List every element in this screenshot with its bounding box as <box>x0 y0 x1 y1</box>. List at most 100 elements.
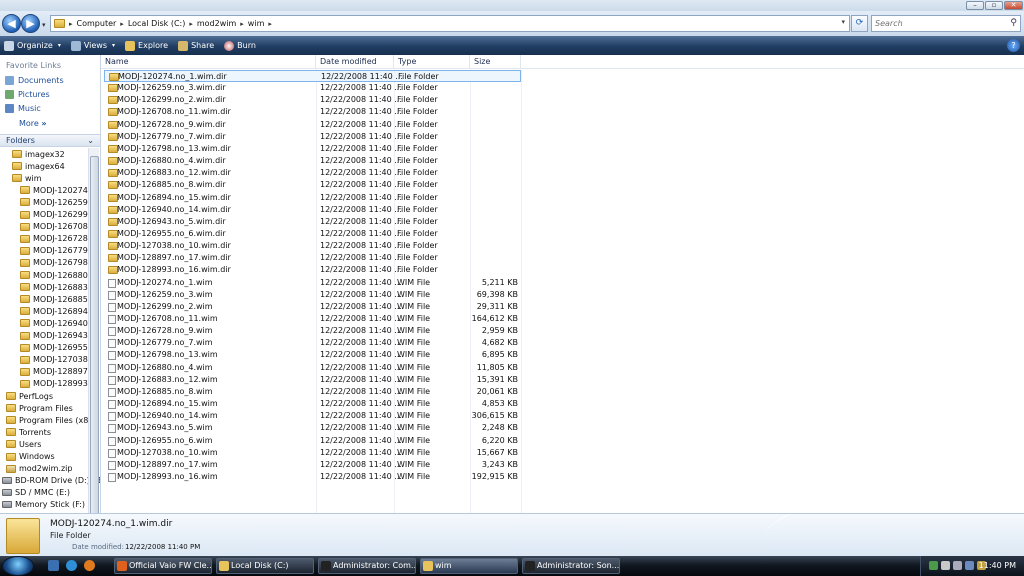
tree-item[interactable]: SD / MMC (E:) <box>2 487 70 499</box>
folders-header[interactable]: Folders ⌄ <box>0 134 100 147</box>
tree-item[interactable]: Torrents <box>6 426 51 438</box>
tree-item[interactable]: Program Files (x86) <box>6 414 97 426</box>
tree-item[interactable]: Users <box>6 438 41 450</box>
help-icon[interactable]: ? <box>1007 39 1020 52</box>
firefox-icon[interactable] <box>84 560 95 571</box>
tree-item[interactable]: MODJ-126798.n <box>20 257 95 269</box>
column-header-date[interactable]: Date modified <box>316 55 394 69</box>
column-header-size[interactable]: Size <box>470 55 521 69</box>
taskbar-button[interactable]: Local Disk (C:) <box>216 558 314 574</box>
tree-item[interactable]: MODJ-128993.n <box>20 378 95 390</box>
tree-item[interactable]: BD-ROM Drive (D:) RE <box>2 475 100 487</box>
maximize-button[interactable]: ▫ <box>985 1 1003 10</box>
breadcrumb-mod2wim[interactable]: mod2wim <box>197 19 236 28</box>
file-row[interactable]: MODJ-126955.no_6.wim.dir 12/22/2008 11:40… <box>104 228 521 240</box>
tray-icon[interactable] <box>965 561 974 570</box>
search-icon[interactable]: ⚲ <box>1010 18 1017 28</box>
close-button[interactable]: ✕ <box>1004 1 1023 10</box>
file-row[interactable]: MODJ-126940.no_14.wim.dir 12/22/2008 11:4… <box>104 204 521 216</box>
file-row[interactable]: MODJ-126728.no_9.wim 12/22/2008 11:40 ...… <box>104 325 521 337</box>
file-row[interactable]: MODJ-126943.no_5.wim.dir 12/22/2008 11:40… <box>104 216 521 228</box>
file-row[interactable]: MODJ-126894.no_15.wim.dir 12/22/2008 11:4… <box>104 192 521 204</box>
tree-item[interactable]: MODJ-126883.n <box>20 281 95 293</box>
file-row[interactable]: MODJ-126798.no_13.wim 12/22/2008 11:40 ..… <box>104 349 521 361</box>
taskbar-button[interactable]: Administrator: Com... <box>318 558 416 574</box>
tree-item[interactable]: MODJ-126885.n <box>20 293 95 305</box>
tree-item[interactable]: mod2wim.zip <box>6 463 72 475</box>
address-bar[interactable]: ▸ Computer ▸ Local Disk (C:) ▸ mod2wim ▸… <box>50 15 850 32</box>
file-row[interactable]: MODJ-126299.no_2.wim.dir 12/22/2008 11:40… <box>104 94 521 106</box>
tree-item[interactable]: PerfLogs <box>6 390 53 402</box>
views-button[interactable]: Views ▾ <box>70 40 115 51</box>
address-dropdown-icon[interactable]: ▾ <box>841 18 845 26</box>
file-row[interactable]: MODJ-126955.no_6.wim 12/22/2008 11:40 ...… <box>104 435 521 447</box>
tree-item[interactable]: MODJ-126894.n <box>20 305 95 317</box>
start-button[interactable] <box>2 556 34 576</box>
tree-item[interactable]: MODJ-126259.n <box>20 196 95 208</box>
file-row[interactable]: MODJ-126708.no_11.wim.dir 12/22/2008 11:4… <box>104 106 521 118</box>
tree-item[interactable]: Program Files <box>6 402 73 414</box>
tree-item[interactable]: MODJ-126943.n <box>20 330 95 342</box>
file-row[interactable]: MODJ-126883.no_12.wim 12/22/2008 11:40 ..… <box>104 374 521 386</box>
file-row[interactable]: MODJ-128897.no_17.wim 12/22/2008 11:40 ..… <box>104 459 521 471</box>
column-header-type[interactable]: Type <box>394 55 470 69</box>
tree-item[interactable]: MODJ-126880.n <box>20 269 95 281</box>
file-row[interactable]: MODJ-126708.no_11.wim 12/22/2008 11:40 ..… <box>104 313 521 325</box>
column-header-name[interactable]: Name <box>101 55 316 69</box>
clock[interactable]: 11:40 PM <box>979 561 1016 570</box>
tree-item[interactable]: imagex64 <box>12 160 65 172</box>
share-button[interactable]: Share <box>178 40 214 51</box>
forward-button[interactable]: ▶ <box>21 14 40 33</box>
file-row[interactable]: MODJ-128993.no_16.wim.dir 12/22/2008 11:4… <box>104 264 521 276</box>
file-row[interactable]: MODJ-126779.no_7.wim 12/22/2008 11:40 ...… <box>104 337 521 349</box>
file-row[interactable]: MODJ-126894.no_15.wim 12/22/2008 11:40 ..… <box>104 398 521 410</box>
tree-item[interactable]: MODJ-126708.n <box>20 221 95 233</box>
chevron-right-icon[interactable]: ▸ <box>240 20 244 28</box>
tree-item[interactable]: MODJ-126779.n <box>20 245 95 257</box>
navigation-scrollbar[interactable] <box>88 148 99 513</box>
breadcrumb-computer[interactable]: Computer <box>77 19 117 28</box>
chevron-right-icon[interactable]: ▸ <box>120 20 124 28</box>
network-icon[interactable] <box>941 561 950 570</box>
file-row[interactable]: MODJ-128897.no_17.wim.dir 12/22/2008 11:4… <box>104 252 521 264</box>
file-row[interactable]: MODJ-120274.no_1.wim 12/22/2008 11:40 ...… <box>104 277 521 289</box>
tree-item[interactable]: MODJ-120274.n <box>20 184 95 196</box>
favorite-documents[interactable]: Documents <box>5 76 64 85</box>
file-row[interactable]: MODJ-126883.no_12.wim.dir 12/22/2008 11:4… <box>104 167 521 179</box>
file-row[interactable]: MODJ-126943.no_5.wim 12/22/2008 11:40 ...… <box>104 422 521 434</box>
refresh-button[interactable]: ⟳ <box>851 15 868 32</box>
file-row[interactable]: MODJ-120274.no_1.wim.dir 12/22/2008 11:40… <box>104 70 521 82</box>
explore-button[interactable]: Explore <box>125 40 168 51</box>
file-row[interactable]: MODJ-126779.no_7.wim.dir 12/22/2008 11:40… <box>104 131 521 143</box>
tree-item[interactable]: imagex32 <box>12 148 65 160</box>
tree-item[interactable]: MODJ-128897.n <box>20 366 95 378</box>
tree-item[interactable]: Memory Stick (F:) <box>2 499 85 511</box>
file-row[interactable]: MODJ-126885.no_8.wim.dir 12/22/2008 11:40… <box>104 179 521 191</box>
breadcrumb-local-disk[interactable]: Local Disk (C:) <box>128 19 186 28</box>
tree-item[interactable]: MODJ-126940.n <box>20 317 95 329</box>
tree-item[interactable]: MODJ-126728.n <box>20 233 95 245</box>
scrollbar-thumb[interactable] <box>90 156 99 513</box>
file-row[interactable]: MODJ-126299.no_2.wim 12/22/2008 11:40 ...… <box>104 301 521 313</box>
file-row[interactable]: MODJ-126259.no_3.wim.dir 12/22/2008 11:40… <box>104 82 521 94</box>
tree-item[interactable]: MODJ-126299.n <box>20 209 95 221</box>
file-row[interactable]: MODJ-126728.no_9.wim.dir 12/22/2008 11:40… <box>104 119 521 131</box>
internet-explorer-icon[interactable] <box>66 560 77 571</box>
file-row[interactable]: MODJ-126885.no_8.wim 12/22/2008 11:40 ...… <box>104 386 521 398</box>
file-row[interactable]: MODJ-126940.no_14.wim 12/22/2008 11:40 ..… <box>104 410 521 422</box>
breadcrumb-wim[interactable]: wim <box>248 19 265 28</box>
file-row[interactable]: MODJ-127038.no_10.wim.dir 12/22/2008 11:4… <box>104 240 521 252</box>
show-desktop-icon[interactable] <box>48 560 59 571</box>
file-row[interactable]: MODJ-127038.no_10.wim 12/22/2008 11:40 ..… <box>104 447 521 459</box>
recent-pages-dropdown[interactable]: ▾ <box>42 21 48 29</box>
more-links-button[interactable]: More » <box>19 119 47 128</box>
favorite-music[interactable]: Music <box>5 104 41 113</box>
favorite-pictures[interactable]: Pictures <box>5 90 50 99</box>
chevron-right-icon[interactable]: ▸ <box>189 20 193 28</box>
search-box[interactable]: ⚲ <box>871 15 1021 32</box>
file-row[interactable]: MODJ-126880.no_4.wim.dir 12/22/2008 11:40… <box>104 155 521 167</box>
chevron-right-icon[interactable]: ▸ <box>69 20 73 28</box>
volume-icon[interactable] <box>953 561 962 570</box>
taskbar-button[interactable]: wim <box>420 558 518 574</box>
burn-button[interactable]: Burn <box>224 40 256 51</box>
